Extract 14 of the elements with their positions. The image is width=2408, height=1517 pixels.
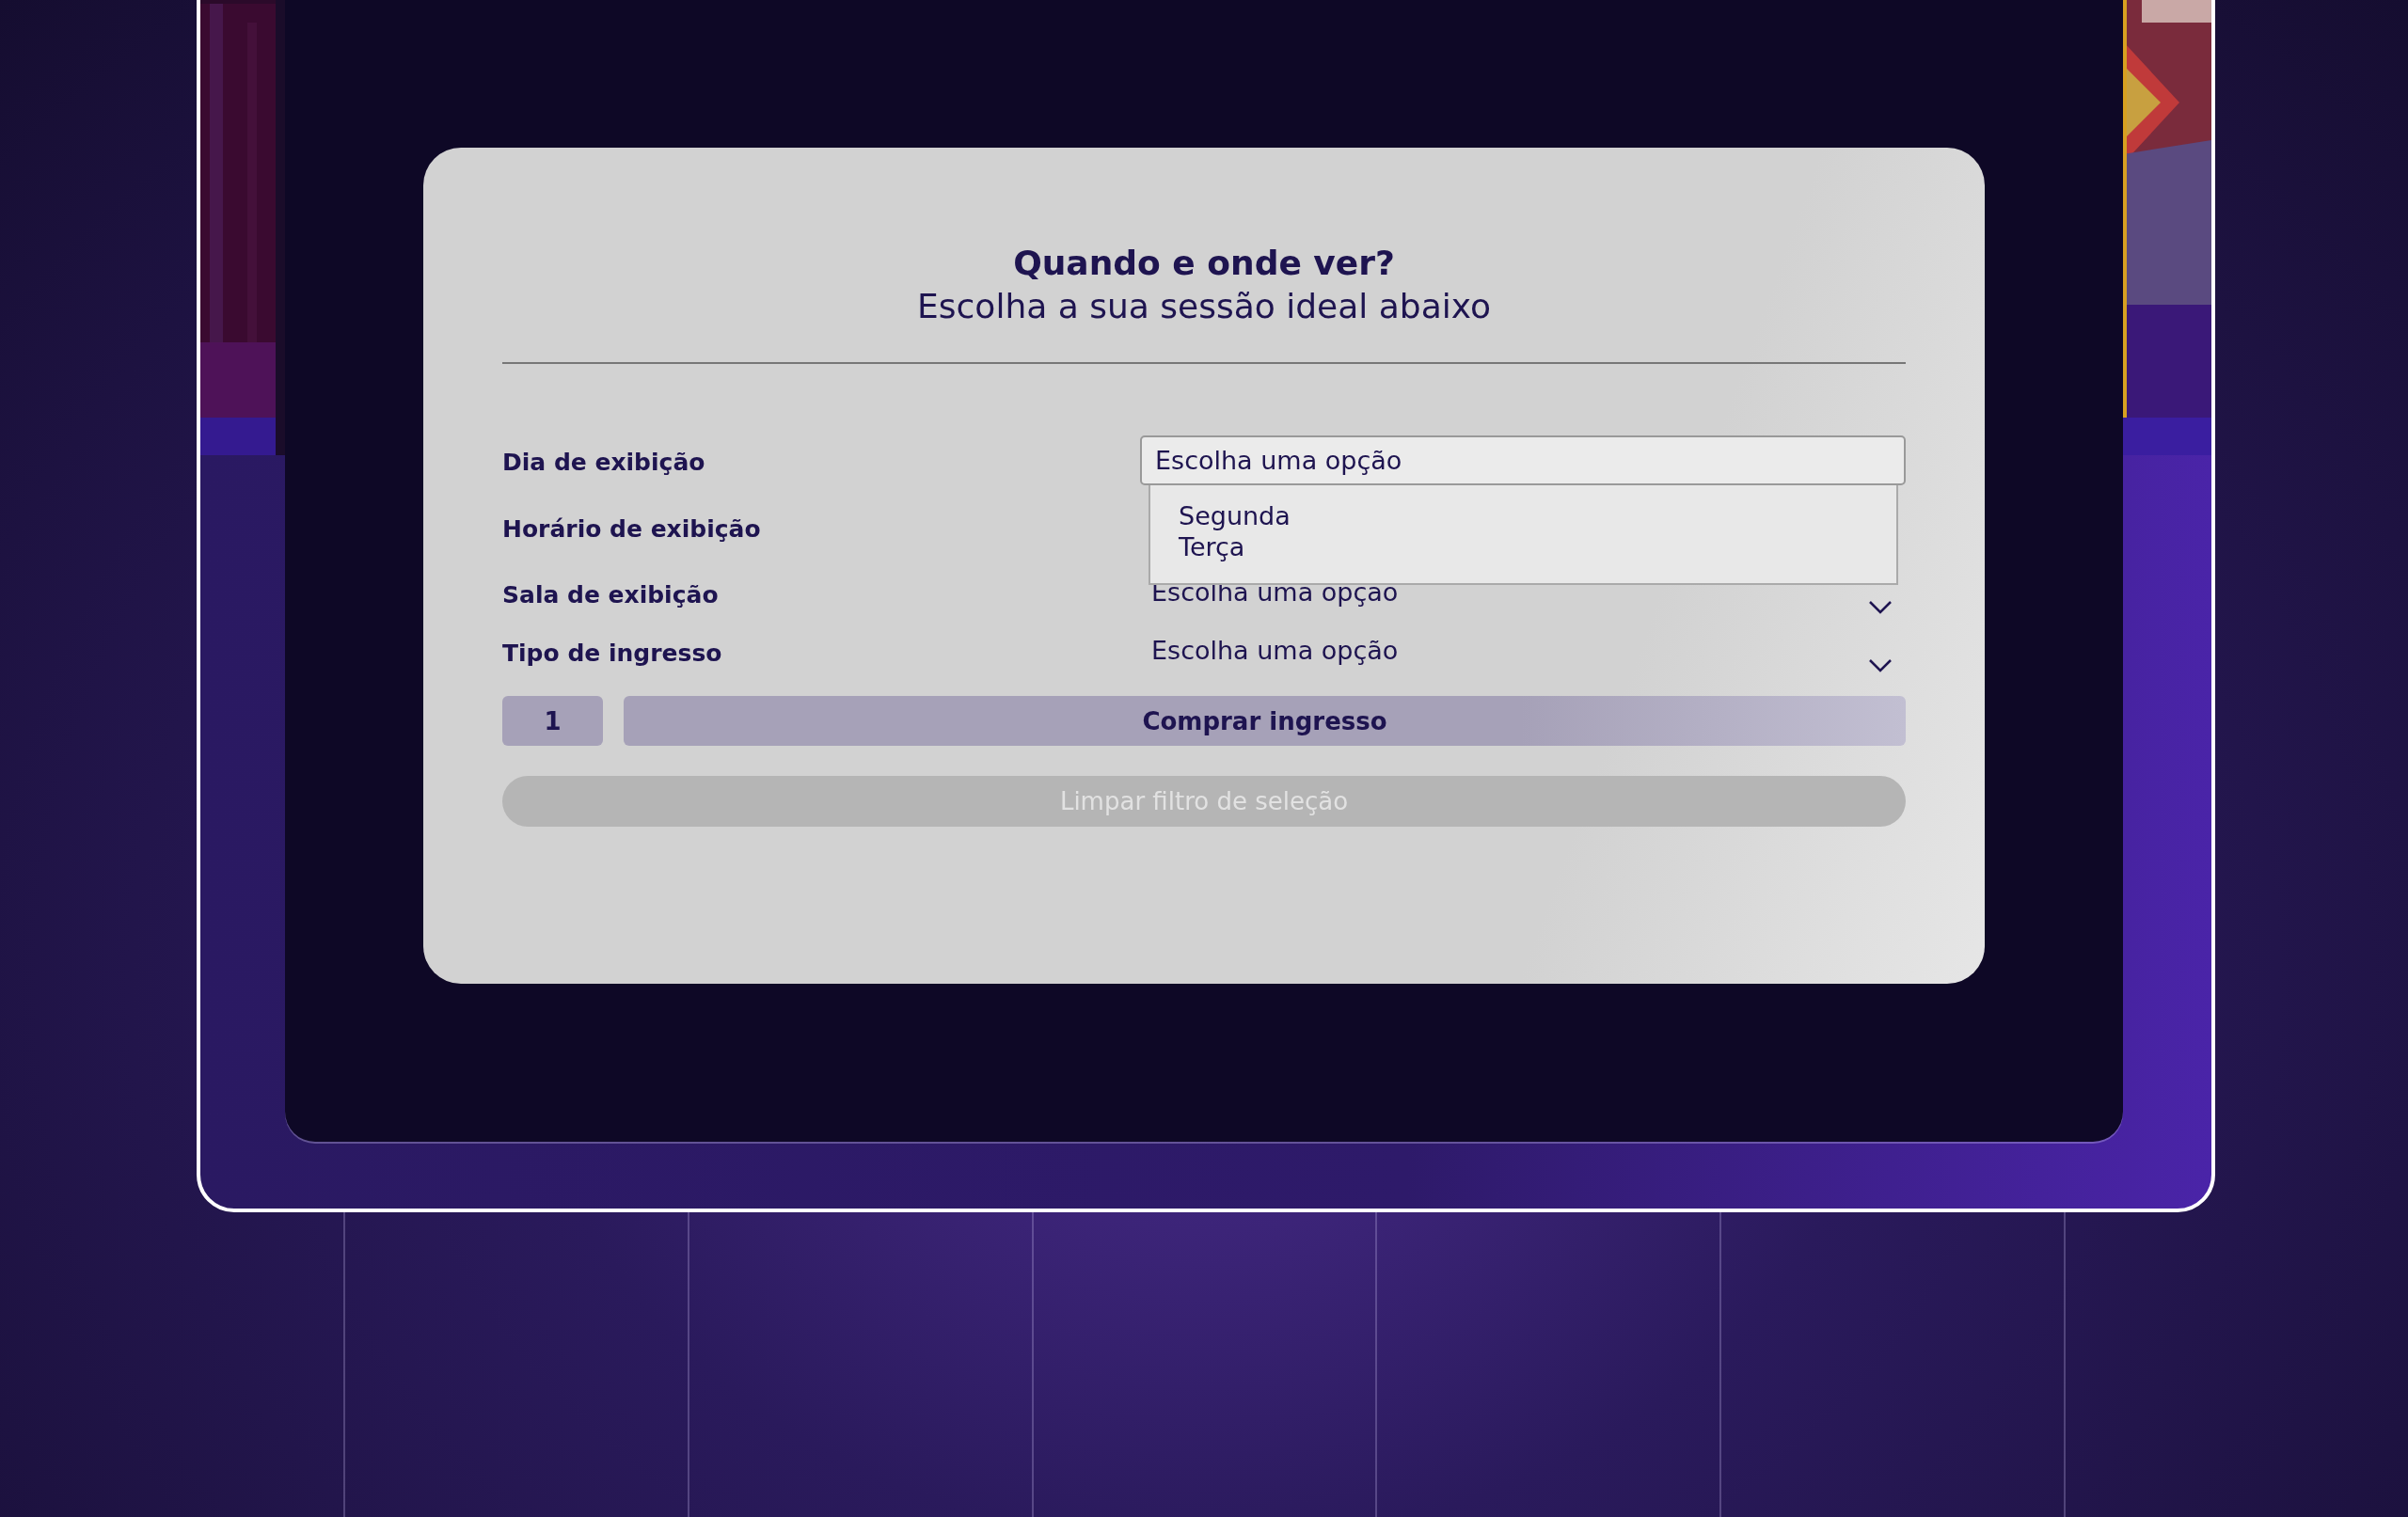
field-label: Sala de exibição bbox=[502, 580, 720, 608]
card-title: Quando e onde ver? bbox=[1012, 243, 1396, 284]
card-subtitle: Escolha a sua sessão ideal abaixo bbox=[916, 286, 1492, 327]
chevron-down-icon bbox=[1868, 600, 1893, 615]
chevron-down-icon bbox=[1868, 658, 1893, 673]
select-field[interactable]: Escolha uma opção bbox=[1140, 626, 1906, 683]
field-label: Tipo de ingresso bbox=[502, 639, 723, 667]
quantity-field[interactable]: 1 bbox=[502, 696, 603, 746]
buy-ticket-button[interactable]: Comprar ingresso bbox=[624, 696, 1906, 746]
field-label: Horário de exibição bbox=[502, 514, 762, 543]
dropdown-option[interactable]: Segunda bbox=[1179, 500, 1868, 531]
select-field[interactable]: Escolha uma opção bbox=[1140, 435, 1906, 485]
dropdown-option[interactable]: Terça bbox=[1179, 531, 1868, 562]
field-label: Dia de exibição bbox=[502, 448, 706, 476]
